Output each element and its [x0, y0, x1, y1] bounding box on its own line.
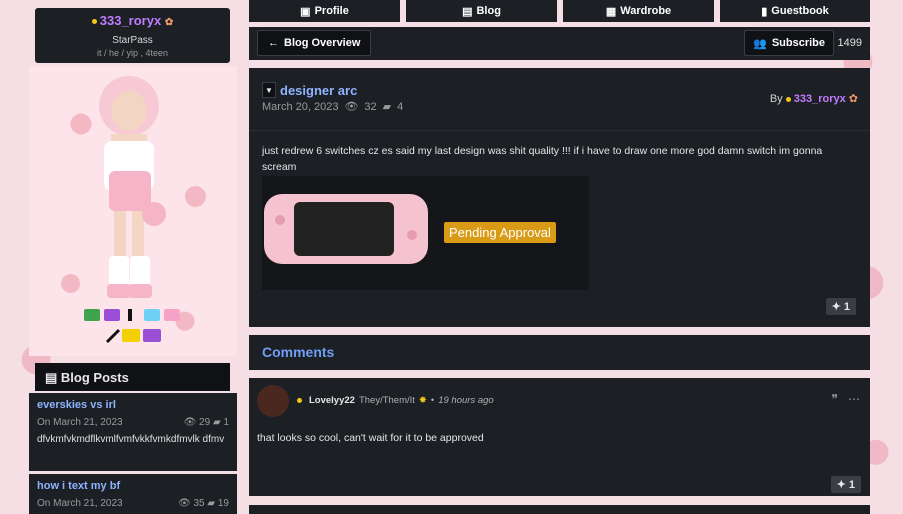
separator-dot: • [430, 395, 435, 406]
eye-icon: 👁 [178, 498, 191, 509]
comment-user[interactable]: Lovelyy22 [309, 395, 355, 406]
user-card: 333_roryx ✿ StarPass it / he / yip , 4te… [35, 8, 230, 63]
post-body: just redrew 6 switches cz es said my las… [262, 145, 823, 173]
sidebar-post-comments: 1 [223, 417, 229, 428]
tab-blog[interactable]: ▤ Blog [406, 0, 557, 22]
arrow-left-icon: ← [268, 37, 279, 49]
comment-time: 19 hours ago [438, 395, 494, 406]
guestbook-icon: ▮ [761, 5, 768, 18]
comment-like-button[interactable]: ✦ 1 [830, 476, 861, 493]
sparkle-icon: ✦ [836, 479, 846, 491]
eye-icon: 👁 [183, 417, 197, 428]
sidebar-post-title[interactable]: everskies vs irl [37, 399, 229, 411]
quote-icon[interactable]: ❞ [832, 392, 838, 406]
avatar[interactable] [257, 385, 289, 417]
avatar-figure [84, 76, 180, 344]
tab-profile[interactable]: ▣ Profile [249, 0, 400, 22]
blog-toolbar: ← Blog Overview 👥 Subscribe 1499 [249, 27, 870, 60]
sidebar-post-comments: 19 [217, 498, 229, 509]
tab-wardrobe-label: Wardrobe [620, 5, 672, 17]
users-icon: 👥 [753, 37, 767, 50]
post-meta: March 20, 2023 👁 32 ▰ 4 [262, 100, 404, 114]
blog-icon: ▤ [462, 5, 473, 18]
comment-text: that looks so cool, can't wait for it to… [257, 432, 484, 444]
avatar-display [29, 66, 237, 356]
comment-icon: ▰ [382, 101, 392, 113]
blog-icon: ▤ [45, 370, 58, 385]
post-header: ▼ designer arc March 20, 2023 👁 32 ▰ 4 By … [249, 68, 870, 131]
blog-posts-header: ▤ Blog Posts [35, 363, 230, 391]
id-card-icon: ▣ [300, 5, 311, 18]
badge-icon: ✸ [418, 395, 427, 406]
tab-profile-label: Profile [314, 5, 349, 17]
blog-overview-label: Blog Overview [284, 37, 361, 49]
comment-pronouns: They/Them/It [358, 395, 415, 406]
post-date: March 20, 2023 [262, 100, 339, 113]
sidebar-post-body: dfvkmfvkmdflkvmlfvmfvkkfvmkdfmvlk dfmv [37, 434, 225, 445]
tab-blog-label: Blog [476, 5, 501, 17]
sidebar-post-views: 29 [199, 417, 211, 428]
sidebar-post-date: On March 21, 2023 [37, 417, 123, 428]
post-comment-count: 4 [397, 100, 404, 113]
online-dot [297, 398, 302, 403]
comment-item: Lovelyy22 They/Them/It ✸ • 19 hours ago … [249, 378, 870, 496]
tab-guestbook-label: Guestbook [771, 5, 829, 17]
badge-icon: ✿ [164, 17, 174, 28]
blog-overview-button[interactable]: ← Blog Overview [257, 30, 372, 56]
online-dot [91, 19, 97, 25]
eye-icon: 👁 [344, 101, 359, 113]
post-like-button[interactable]: ✦ 1 [825, 298, 856, 315]
sidebar-post-title[interactable]: how i text my bf [37, 480, 229, 492]
profile-rank: StarPass [112, 35, 153, 46]
online-dot [785, 96, 791, 102]
sidebar-post-views: 35 [193, 498, 205, 509]
post-views: 32 [364, 100, 377, 113]
by-label: By [769, 93, 783, 105]
blog-post: ▼ designer arc March 20, 2023 👁 32 ▰ 4 By … [249, 68, 870, 327]
switch-drawing [264, 194, 428, 264]
pending-approval-badge: Pending Approval [444, 222, 556, 243]
comment-like-count: 1 [848, 479, 855, 491]
caret-down-icon[interactable]: ▼ [262, 82, 276, 98]
comment-icon: ▰ [207, 498, 216, 509]
sparkle-icon: ✦ [831, 301, 841, 313]
blog-posts-title: Blog Posts [60, 370, 129, 385]
subscribe-label: Subscribe [771, 37, 825, 49]
post-like-count: 1 [843, 301, 850, 313]
comments-header: Comments [249, 335, 870, 370]
tab-guestbook[interactable]: ▮ Guestbook [720, 0, 870, 22]
sidebar-post-item[interactable]: everskies vs irl On March 21, 2023 👁 29 … [29, 393, 237, 471]
next-comment-panel [249, 505, 870, 514]
comment-icon: ▰ [212, 417, 221, 428]
wardrobe-icon: ▦ [605, 5, 617, 18]
profile-username[interactable]: 333_roryx ✿ [35, 13, 230, 28]
sidebar-post-date: On March 21, 2023 [37, 498, 123, 509]
post-author-name[interactable]: 333_roryx [794, 93, 846, 105]
profile-username-text[interactable]: 333_roryx [100, 13, 161, 28]
post-title: designer arc [280, 82, 358, 98]
badge-icon: ✿ [848, 93, 858, 105]
subscriber-count: 1499 [837, 37, 862, 49]
comments-title: Comments [262, 344, 335, 360]
post-image: Pending Approval [262, 176, 589, 290]
post-author: By 333_roryx ✿ [770, 92, 858, 105]
profile-pronouns: it / he / yip , 4teen [96, 48, 169, 58]
tab-wardrobe[interactable]: ▦ Wardrobe [563, 0, 714, 22]
subscribe-button[interactable]: 👥 Subscribe [744, 30, 834, 56]
more-icon[interactable]: ⋯ [848, 392, 860, 406]
sidebar-post-item[interactable]: how i text my bf On March 21, 2023 👁 35 … [29, 474, 237, 514]
